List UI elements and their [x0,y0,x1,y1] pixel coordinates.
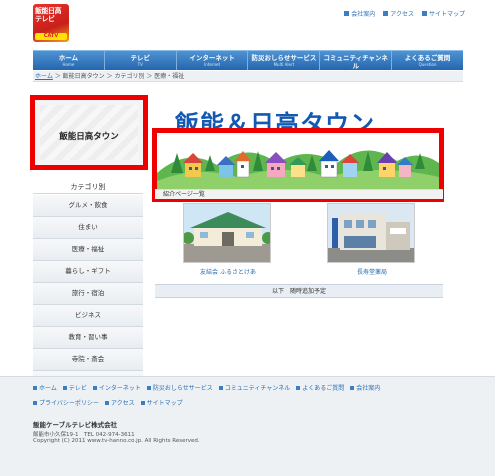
upcoming-notice: 以下 随時追加予定 [155,284,443,298]
breadcrumb: ホーム ＞ 飯能日高タウン ＞ カテゴリ別 ＞ 医療・福祉 [33,71,463,82]
square-bullet-icon [92,385,97,390]
breadcrumb-trail: ＞ 飯能日高タウン ＞ カテゴリ別 ＞ 医療・福祉 [52,73,185,80]
footer-link-tv[interactable]: テレビ [62,383,87,392]
nav-question[interactable]: よくあるご質問 Question [392,51,463,70]
category-education[interactable]: 教育・習い事 [33,327,143,349]
category-gourmet[interactable]: グルメ・飲食 [33,195,143,217]
top-link-sitemap[interactable]: サイトマップ [421,9,465,18]
square-bullet-icon [104,400,109,405]
copyright: Copyright (C) 2011 www.tv-hanno.co.jp. A… [33,438,200,444]
square-bullet-icon [350,385,355,390]
footer-link-sitemap[interactable]: サイトマップ [140,398,183,407]
site-footer: ホーム テレビ インターネット 防災おしらせサービス コミュニティチャンネル よ… [0,376,495,476]
chojudo-pharmacy-photo[interactable] [327,203,415,263]
logo-text: 飯能日高テレビ [35,7,62,23]
footer-link-privacy[interactable]: プライバシーポリシー [33,398,99,407]
footer-link-alert[interactable]: 防災おしらせサービス [146,383,213,392]
category-living-gift[interactable]: 暮らし・ギフト [33,261,143,283]
square-bullet-icon [62,385,67,390]
square-bullet-icon [33,400,37,405]
category-housing[interactable]: 住まい [33,217,143,239]
top-links: 会社案内 アクセス サイトマップ [344,9,465,18]
pharmacy-image [328,204,414,262]
category-list: グルメ・飲食 住まい 医療・福祉 暮らし・ギフト 旅行・宿泊 ビジネス 教育・習… [33,195,143,393]
town-banner[interactable]: 飯能日高タウン [30,95,148,170]
square-bullet-icon [146,385,151,390]
introduction-cards: 友結会 ふるさとけあ 長寿堂薬局 [155,203,443,285]
square-bullet-icon [344,11,350,16]
card-caption[interactable]: 友結会 ふるさとけあ [183,267,273,276]
square-bullet-icon [421,11,427,16]
footer-link-faq[interactable]: よくあるご質問 [296,383,344,392]
footer-link-access[interactable]: アクセス [104,398,135,407]
company-name: 飯能ケーブルテレビ株式会社 [33,421,118,429]
footer-link-home[interactable]: ホーム [33,383,57,392]
company-address: 飯能市小久保19-1 TEL 042-974-3611 [33,432,135,438]
site-logo[interactable]: 飯能日高テレビ CATV [33,4,69,42]
nav-multi-alert[interactable]: 防災おしらせサービス Multi Alert [248,51,321,70]
footer-link-internet[interactable]: インターネット [92,383,141,392]
category-medical[interactable]: 医療・福祉 [33,239,143,261]
card-furusato-care[interactable]: 友結会 ふるさとけあ [183,203,273,276]
top-link-access[interactable]: アクセス [383,9,414,18]
card-caption[interactable]: 長寿堂薬局 [327,267,417,276]
nav-community[interactable]: コミュニティチャンネルCommunity [320,51,393,75]
square-bullet-icon [218,385,223,390]
category-travel[interactable]: 旅行・宿泊 [33,283,143,305]
footer-link-community[interactable]: コミュニティチャンネル [218,383,290,392]
square-bullet-icon [383,11,389,16]
nav-home[interactable]: ホーム Home [33,51,105,70]
square-bullet-icon [140,400,145,405]
logo-badge: CATV [35,33,67,40]
town-illustration [157,133,439,197]
top-link-company[interactable]: 会社案内 [344,9,375,18]
nav-tv[interactable]: テレビ TV [105,51,177,70]
card-chojudo-pharmacy[interactable]: 長寿堂薬局 [327,203,417,276]
breadcrumb-home-link[interactable]: ホーム [35,73,53,80]
site-header: 飯能日高テレビ CATV 会社案内 アクセス サイトマップ [0,0,495,48]
section-label: 紹介ページ一覧 [155,189,443,199]
square-bullet-icon [296,385,301,390]
category-temple[interactable]: 寺院・斎会 [33,349,143,371]
category-heading: カテゴリ別 [33,180,143,194]
category-business[interactable]: ビジネス [33,305,143,327]
footer-link-company[interactable]: 会社案内 [350,383,380,392]
nav-internet[interactable]: インターネット Internet [177,51,249,70]
furusato-care-photo[interactable] [183,203,271,263]
town-banner-label: 飯能日高タウン [59,132,119,142]
care-facility-image [184,204,270,262]
footer-links: ホーム テレビ インターネット 防災おしらせサービス コミュニティチャンネル よ… [33,383,453,407]
square-bullet-icon [33,385,37,390]
global-nav: ホーム Home テレビ TV インターネット Internet 防災おしらせサービス… [33,50,463,75]
